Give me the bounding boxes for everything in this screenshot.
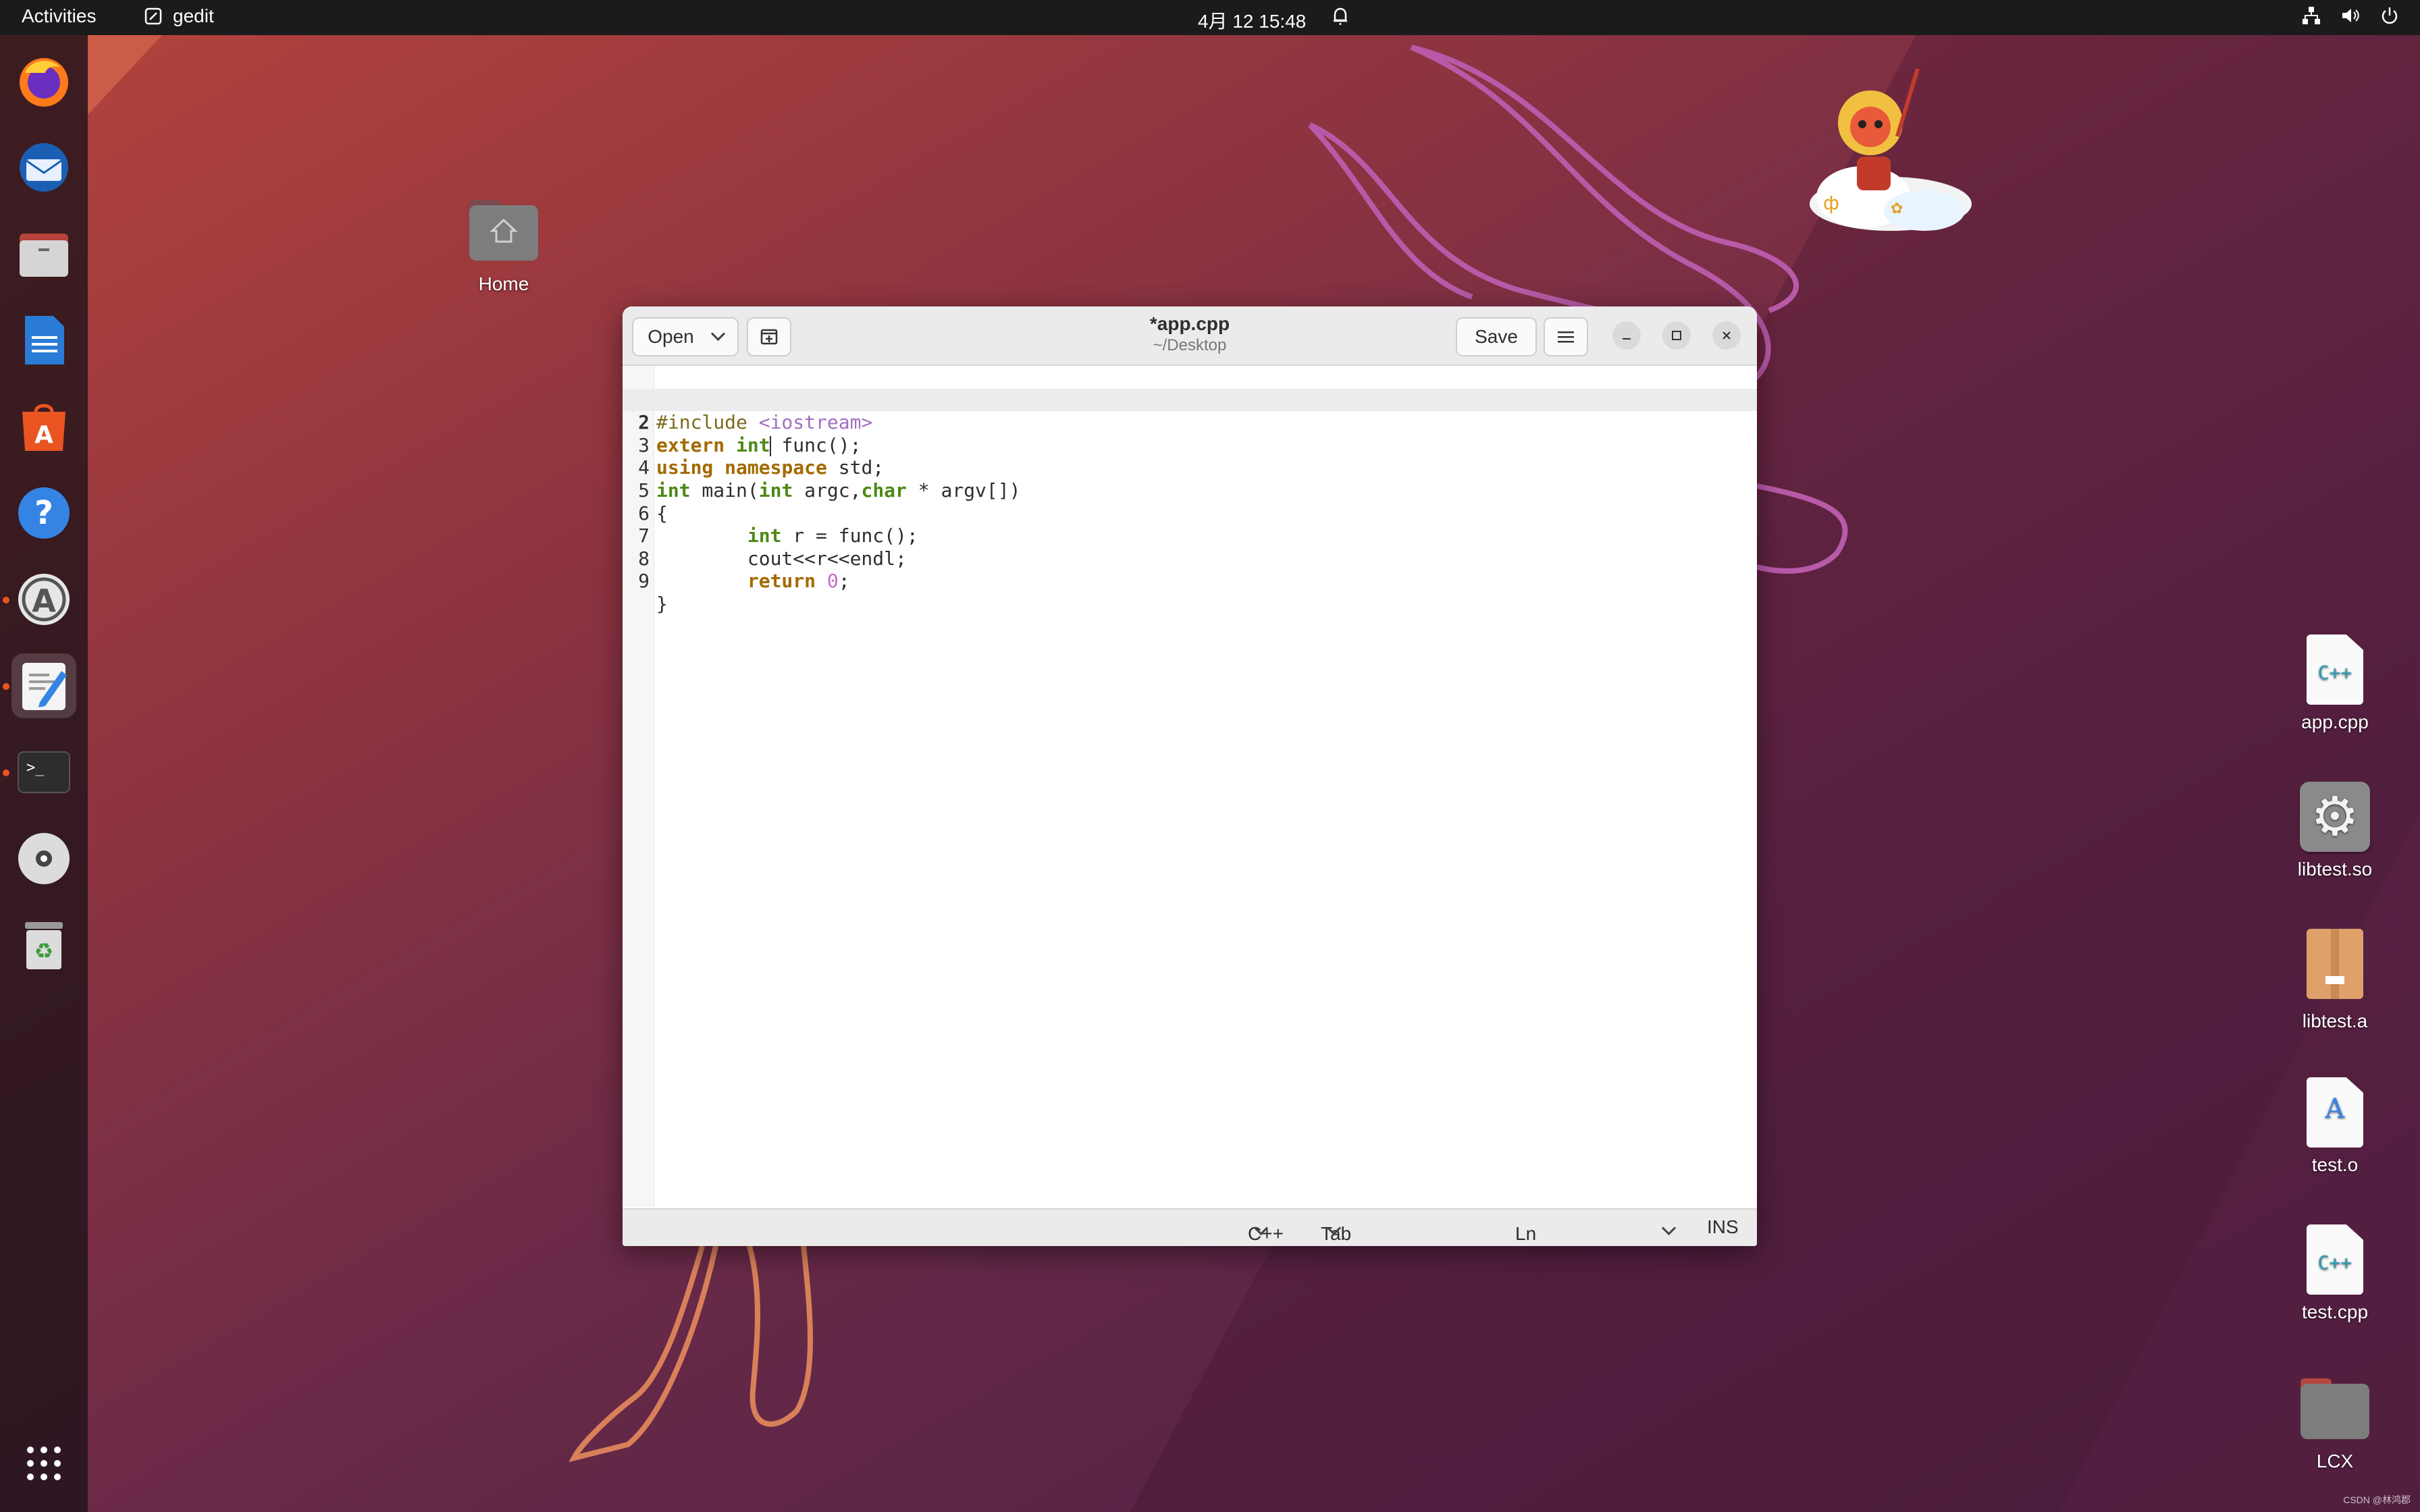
- keyword-token: return: [747, 570, 816, 593]
- close-button[interactable]: [1712, 321, 1741, 350]
- svg-text:?: ?: [34, 494, 53, 532]
- folder-icon: [2300, 1378, 2369, 1439]
- hamburger-menu-icon: [1558, 331, 1574, 343]
- code-line: 5 {: [623, 456, 1757, 524]
- trash-icon[interactable]: ♻: [11, 913, 76, 977]
- code-line: 7 cout<<r<<endl;: [623, 502, 1757, 570]
- chevron-down-icon: [1661, 1220, 1677, 1236]
- desktop-folder-lcx[interactable]: LCX: [2267, 1376, 2402, 1472]
- file-label: libtest.so: [2297, 859, 2373, 880]
- file-label: app.cpp: [2301, 711, 2369, 732]
- archive-icon: [2307, 929, 2363, 999]
- desktop-file-test-o[interactable]: A test.o: [2267, 1077, 2402, 1176]
- desktop-file-libtest-a[interactable]: libtest.a: [2267, 929, 2402, 1032]
- firefox-icon[interactable]: [11, 49, 76, 113]
- open-button[interactable]: Open: [632, 317, 739, 356]
- svg-text:ф: ф: [1823, 192, 1839, 214]
- code-line: 1 #include <iostream>: [623, 366, 1757, 434]
- document-path: ~/Desktop: [1153, 336, 1227, 354]
- app-center-icon[interactable]: A: [11, 394, 76, 459]
- file-label: test.o: [2311, 1154, 2359, 1175]
- power-icon: [2382, 7, 2398, 24]
- svg-text:A: A: [32, 583, 56, 619]
- close-icon: [1722, 331, 1731, 340]
- code-token: ;: [838, 570, 850, 593]
- desktop-file-test-cpp[interactable]: C++ test.cpp: [2267, 1224, 2402, 1323]
- running-indicator: [3, 597, 9, 603]
- maximize-icon: [1672, 331, 1681, 340]
- activities-button[interactable]: Activities: [22, 5, 96, 27]
- code-line: 3 using namespace std;: [623, 411, 1757, 479]
- save-button[interactable]: Save: [1456, 317, 1537, 356]
- terminal-icon[interactable]: >_: [11, 740, 76, 805]
- file-label: test.cpp: [2301, 1301, 2369, 1322]
- svg-text:>_: >_: [26, 759, 45, 776]
- save-label: Save: [1475, 326, 1518, 347]
- svg-text:♻: ♻: [34, 938, 54, 964]
- software-updater-icon[interactable]: A: [11, 567, 76, 632]
- code-line: 9 }: [623, 547, 1757, 615]
- app-name: gedit: [173, 5, 214, 26]
- network-icon: [2303, 7, 2320, 24]
- disc-icon[interactable]: [11, 826, 76, 891]
- watermark: CSDN @林鸿郡: [2343, 1494, 2411, 1505]
- volume-icon: [2342, 9, 2359, 22]
- svg-text:✿: ✿: [1891, 200, 1903, 217]
- home-label: Home: [478, 273, 529, 294]
- code-line: 4 int main(int argc,char * argv[]): [623, 434, 1757, 502]
- header-bar: Open *app.cpp ~/Desktop Save: [623, 306, 1757, 366]
- desktop-home-folder[interactable]: Home: [436, 197, 571, 295]
- document-title: *app.cpp: [1149, 313, 1230, 334]
- monkey-king-sticker: ф ✿: [1810, 68, 1972, 231]
- text-editor[interactable]: 1 #include <iostream> 2 extern int func(…: [623, 366, 1757, 1207]
- notification-bell-icon[interactable]: [1332, 7, 1349, 30]
- status-bar: C++ Tab Width: 8 Ln 2, Col 11 INS: [623, 1208, 1757, 1246]
- gedit-icon[interactable]: [11, 653, 76, 718]
- home-folder-icon: [469, 200, 538, 261]
- cpp-file-icon: C++: [2307, 1224, 2363, 1295]
- minimize-button[interactable]: [1612, 321, 1641, 350]
- desktop-file-libtest-so[interactable]: ⚙ libtest.so: [2267, 782, 2402, 880]
- gear-icon: ⚙: [2300, 782, 2370, 852]
- files-icon[interactable]: [11, 221, 76, 286]
- writer-icon[interactable]: [11, 308, 76, 373]
- code-line: 8 return 0;: [623, 524, 1757, 593]
- maximize-button[interactable]: [1662, 321, 1691, 350]
- desktop-file-app-cpp[interactable]: C++ app.cpp: [2267, 634, 2402, 733]
- window-title: *app.cpp ~/Desktop: [1055, 313, 1325, 355]
- code-view[interactable]: 1 #include <iostream> 2 extern int func(…: [623, 366, 1757, 615]
- gedit-small-icon: [144, 7, 162, 25]
- clock[interactable]: 4月 12 15:48: [1198, 7, 1306, 34]
- help-icon[interactable]: ?: [11, 481, 76, 545]
- line-number: 9: [638, 570, 650, 593]
- open-label: Open: [648, 326, 694, 347]
- running-indicator: [3, 683, 9, 690]
- new-tab-button[interactable]: [747, 317, 791, 356]
- dock: A ? A >_ ♻: [0, 35, 88, 1512]
- code-line-current: 2 extern int func();: [623, 388, 1757, 456]
- code-line: 6 int r = func();: [623, 479, 1757, 547]
- file-label: libtest.a: [2302, 1010, 2368, 1031]
- number-token: 0: [826, 570, 839, 593]
- app-menu[interactable]: gedit: [144, 5, 214, 27]
- minimize-icon: [1623, 338, 1631, 340]
- running-indicator: [3, 770, 9, 776]
- show-apps-icon[interactable]: [11, 1431, 76, 1496]
- gedit-window: Open *app.cpp ~/Desktop Save 1: [623, 306, 1757, 1246]
- new-document-icon: [760, 329, 778, 345]
- top-bar: Activities gedit 4月 12 15:48: [0, 0, 2420, 35]
- chevron-down-icon: [710, 326, 725, 341]
- insert-mode-indicator[interactable]: INS: [1707, 1216, 1739, 1238]
- file-label: LCX: [2316, 1451, 2354, 1472]
- cpp-file-icon: C++: [2307, 634, 2363, 705]
- thunderbird-icon[interactable]: [11, 135, 76, 200]
- text-document-icon: A: [2307, 1077, 2363, 1148]
- system-menu[interactable]: [2301, 5, 2400, 26]
- menu-button[interactable]: [1544, 317, 1588, 356]
- cursor-position-label: Ln 2, Col 11: [1515, 1223, 1537, 1246]
- code-token: }: [656, 592, 668, 615]
- svg-text:A: A: [34, 421, 53, 449]
